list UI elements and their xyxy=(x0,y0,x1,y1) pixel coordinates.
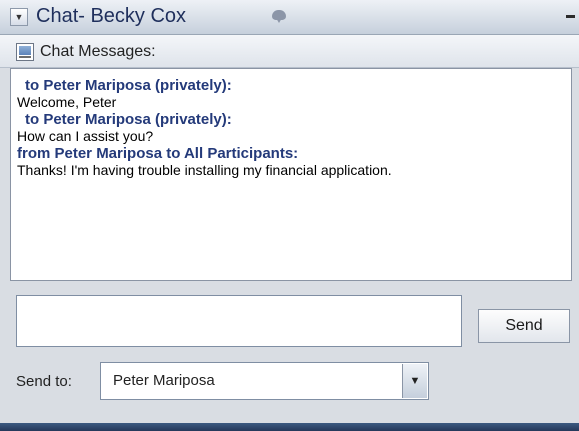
chat-title-bar: ▼ Chat- Becky Cox xyxy=(0,0,579,35)
message-body: Welcome, Peter xyxy=(17,94,117,110)
message-body: How can I assist you? xyxy=(17,128,154,144)
dropdown-arrow-icon[interactable]: ▼ xyxy=(402,364,427,398)
send-to-label: Send to: xyxy=(16,373,72,390)
pin-icon[interactable] xyxy=(272,10,286,23)
composer-area: Send Send to: Peter Mariposa ▼ xyxy=(0,282,579,423)
send-to-selected-value: Peter Mariposa xyxy=(113,372,215,389)
chat-window-icon xyxy=(16,43,34,61)
chat-title: Chat- Becky Cox xyxy=(36,5,187,27)
send-button[interactable]: Send xyxy=(478,309,570,343)
message-header: from Peter Mariposa to All Participants: xyxy=(17,145,299,162)
minimize-icon[interactable] xyxy=(566,15,575,18)
chat-messages-title: Chat Messages: xyxy=(40,43,156,60)
message-header: to Peter Mariposa (privately): xyxy=(25,111,232,128)
send-to-select[interactable]: Peter Mariposa ▼ xyxy=(100,362,429,400)
chat-messages-header: Chat Messages: xyxy=(0,35,579,68)
collapse-icon[interactable]: ▼ xyxy=(10,8,28,26)
message-header: to Peter Mariposa (privately): xyxy=(25,77,232,94)
window-bottom-border xyxy=(0,423,579,431)
message-body: Thanks! I'm having trouble installing my… xyxy=(17,162,392,178)
chat-message-log[interactable]: to Peter Mariposa (privately): Welcome, … xyxy=(10,68,572,281)
message-input[interactable] xyxy=(16,295,462,347)
